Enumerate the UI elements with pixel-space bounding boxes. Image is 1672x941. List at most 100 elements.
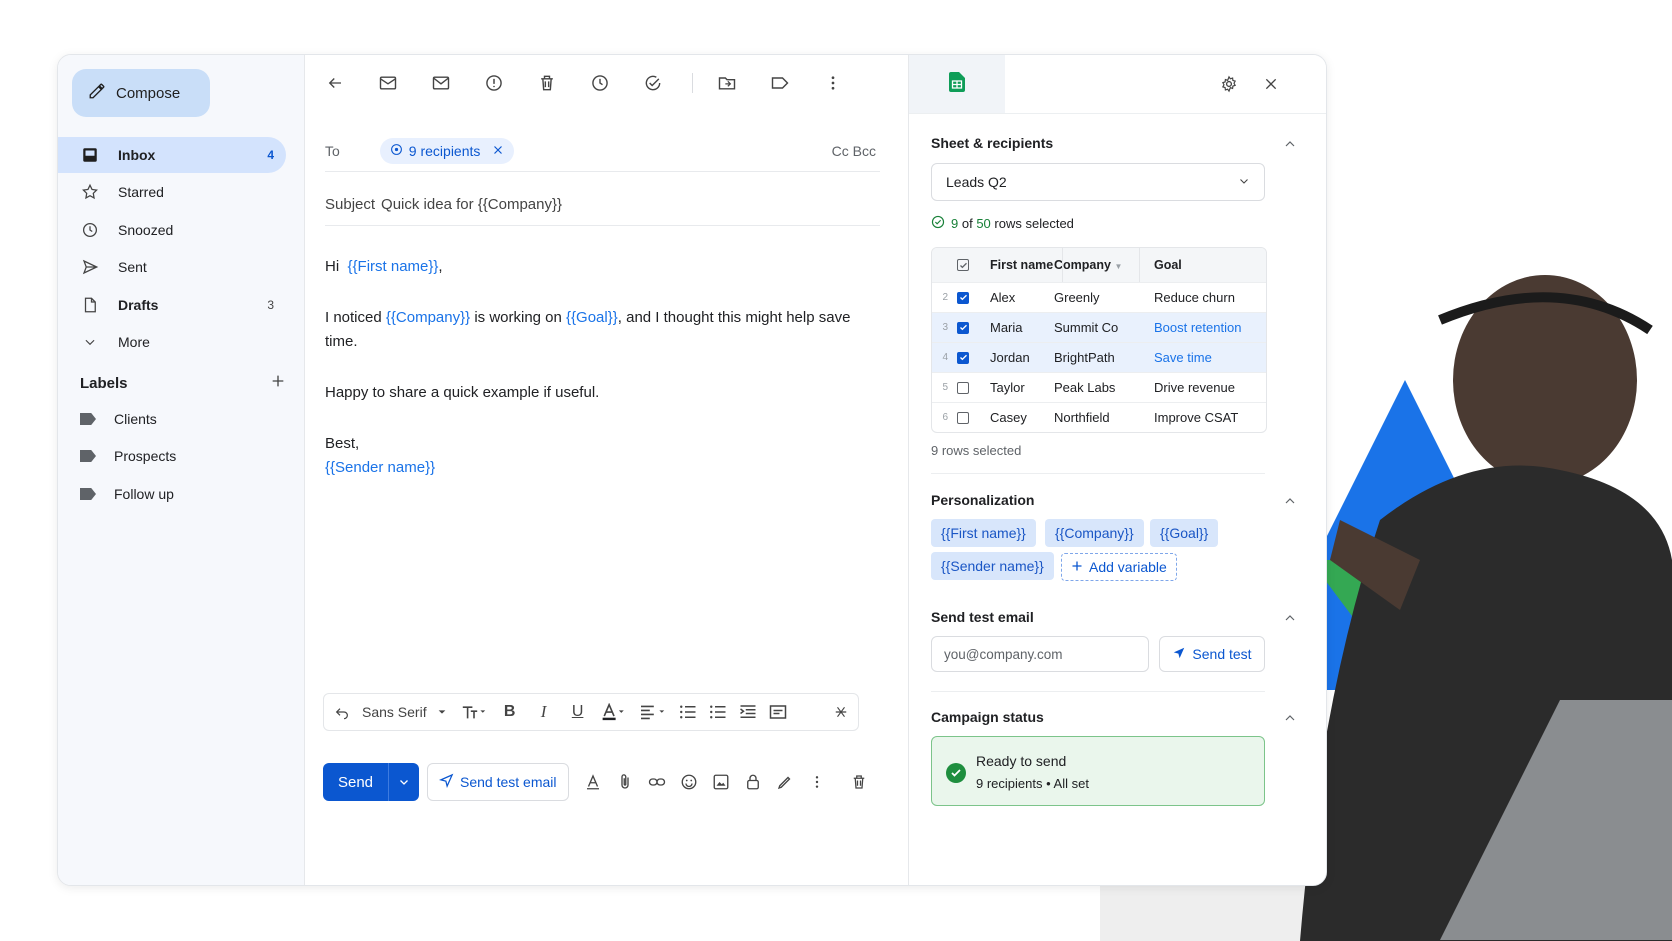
add-label-icon[interactable] — [270, 373, 286, 393]
variable-chip-first-name[interactable]: {{First name}} — [931, 519, 1036, 547]
snooze-clock-icon[interactable] — [586, 69, 614, 97]
label-name: Follow up — [114, 486, 174, 502]
send-options-chevron-icon[interactable] — [389, 763, 419, 801]
text-size-icon[interactable] — [461, 698, 487, 726]
send-test-button[interactable]: Send test — [1159, 636, 1265, 672]
chevron-down-icon — [80, 332, 100, 352]
table-row[interactable]: 3 Maria Summit Co Boost retention — [932, 313, 1266, 343]
close-panel-icon[interactable] — [1257, 70, 1285, 98]
compose-button[interactable]: Compose — [72, 69, 210, 117]
clock-icon — [80, 220, 100, 240]
collapse-chevron-icon[interactable] — [1283, 139, 1297, 149]
select-all-checkbox[interactable] — [948, 259, 978, 271]
table-body: 2 Alex Greenly Reduce churn 3 Maria Summit Co B… — [932, 283, 1266, 432]
move-to-folder-icon[interactable] — [713, 69, 741, 97]
column-header-company[interactable]: Company ▼ — [1054, 258, 1142, 272]
label-name: Prospects — [114, 448, 177, 464]
collapse-chevron-icon[interactable] — [1283, 613, 1297, 623]
emoji-icon[interactable] — [675, 768, 703, 796]
numbered-list-icon[interactable] — [679, 698, 697, 726]
more-vert-icon[interactable] — [819, 69, 847, 97]
indent-icon[interactable] — [739, 698, 757, 726]
cc-bcc-link[interactable]: Cc Bcc — [832, 143, 876, 159]
row-checkbox[interactable] — [948, 381, 978, 394]
plus-icon — [1071, 559, 1083, 575]
close-icon[interactable] — [492, 143, 504, 159]
more-options-icon[interactable] — [803, 768, 831, 796]
sender-name-variable: {{Sender name}} — [325, 459, 436, 476]
message-body[interactable]: Hi {{First name}}, I noticed {{Company}}… — [325, 255, 865, 480]
column-header-first-name[interactable]: First name — [978, 258, 1054, 272]
mail-icon[interactable] — [427, 69, 455, 97]
drafts-count: 3 — [267, 297, 274, 312]
collapse-chevron-icon[interactable] — [1283, 496, 1297, 506]
subject-field[interactable]: Subject Quick idea for {{Company}} — [325, 183, 880, 226]
discard-trash-icon[interactable] — [845, 768, 873, 796]
section-title-personalization: Personalization — [931, 492, 1035, 508]
recipients-chip[interactable]: 9 recipients — [379, 138, 515, 164]
sidebar-item-more[interactable]: More — [58, 324, 286, 360]
send-test-email-button[interactable]: Send test email — [427, 763, 569, 801]
subject-value[interactable]: Quick idea for {{Company}} — [381, 196, 562, 213]
label-clients[interactable]: Clients — [80, 411, 157, 427]
back-arrow-icon[interactable] — [321, 69, 349, 97]
status-title: Ready to send — [976, 753, 1067, 769]
report-icon[interactable] — [480, 69, 508, 97]
body-text: is working on — [474, 309, 562, 326]
send-button[interactable]: Send — [323, 763, 389, 801]
text-color-icon[interactable] — [601, 698, 627, 726]
lock-icon[interactable] — [739, 768, 767, 796]
sidebar-item-inbox[interactable]: Inbox 4 — [58, 137, 286, 173]
label-icon[interactable] — [766, 69, 794, 97]
star-icon — [80, 182, 100, 202]
label-name: Clients — [114, 411, 157, 427]
sidebar-item-drafts[interactable]: Drafts 3 — [58, 287, 286, 323]
clear-format-icon[interactable] — [834, 698, 848, 726]
sheets-tab[interactable] — [909, 55, 1005, 113]
to-label: To — [325, 143, 340, 159]
settings-gear-icon[interactable] — [1215, 70, 1243, 98]
undo-icon[interactable] — [334, 698, 350, 726]
row-number: 3 — [942, 322, 948, 333]
sidebar-item-starred[interactable]: Starred — [58, 174, 286, 210]
collapse-chevron-icon[interactable] — [1283, 713, 1297, 723]
font-name: Sans Serif — [362, 704, 427, 720]
table-row[interactable]: 6 Casey Northfield Improve CSAT — [932, 403, 1266, 432]
to-field[interactable]: To 9 recipients Cc Bcc — [325, 131, 880, 172]
align-icon[interactable] — [639, 698, 667, 726]
label-prospects[interactable]: Prospects — [80, 448, 176, 464]
add-task-icon[interactable] — [639, 69, 667, 97]
row-checkbox[interactable] — [948, 411, 978, 424]
add-variable-button[interactable]: Add variable — [1061, 553, 1177, 581]
test-email-input[interactable]: you@company.com — [931, 636, 1149, 672]
formatting-options-icon[interactable] — [579, 768, 607, 796]
variable-chip-company[interactable]: {{Company}} — [1045, 519, 1144, 547]
label-follow-up[interactable]: Follow up — [80, 486, 174, 502]
link-icon[interactable] — [643, 768, 671, 796]
checkbox-icon — [957, 321, 969, 334]
quote-icon[interactable] — [769, 698, 787, 726]
signature-pen-icon[interactable] — [771, 768, 799, 796]
row-checkbox[interactable] — [948, 321, 978, 334]
trash-icon[interactable] — [533, 69, 561, 97]
row-checkbox[interactable] — [948, 351, 978, 364]
bulleted-list-icon[interactable] — [709, 698, 727, 726]
attach-icon[interactable] — [611, 768, 639, 796]
underline-icon[interactable]: U — [567, 698, 589, 726]
table-row[interactable]: 4 Jordan BrightPath Save time — [932, 343, 1266, 373]
table-row[interactable]: 5 Taylor Peak Labs Drive revenue — [932, 373, 1266, 403]
table-row[interactable]: 2 Alex Greenly Reduce churn — [932, 283, 1266, 313]
row-checkbox[interactable] — [948, 291, 978, 304]
font-select[interactable]: Sans Serif — [362, 698, 447, 726]
variable-chip-goal[interactable]: {{Goal}} — [1150, 519, 1219, 547]
sidebar-item-sent[interactable]: Sent — [58, 249, 286, 285]
italic-icon[interactable]: I — [533, 698, 555, 726]
bold-icon[interactable]: B — [499, 698, 521, 726]
sheet-select[interactable]: Leads Q2 — [931, 163, 1265, 201]
column-header-goal[interactable]: Goal — [1142, 258, 1266, 272]
sidebar-item-snoozed[interactable]: Snoozed — [58, 212, 286, 248]
variable-chip-sender-name[interactable]: {{Sender name}} — [931, 552, 1054, 580]
mail-open-icon[interactable] — [374, 69, 402, 97]
inbox-icon — [80, 145, 100, 165]
image-icon[interactable] — [707, 768, 735, 796]
